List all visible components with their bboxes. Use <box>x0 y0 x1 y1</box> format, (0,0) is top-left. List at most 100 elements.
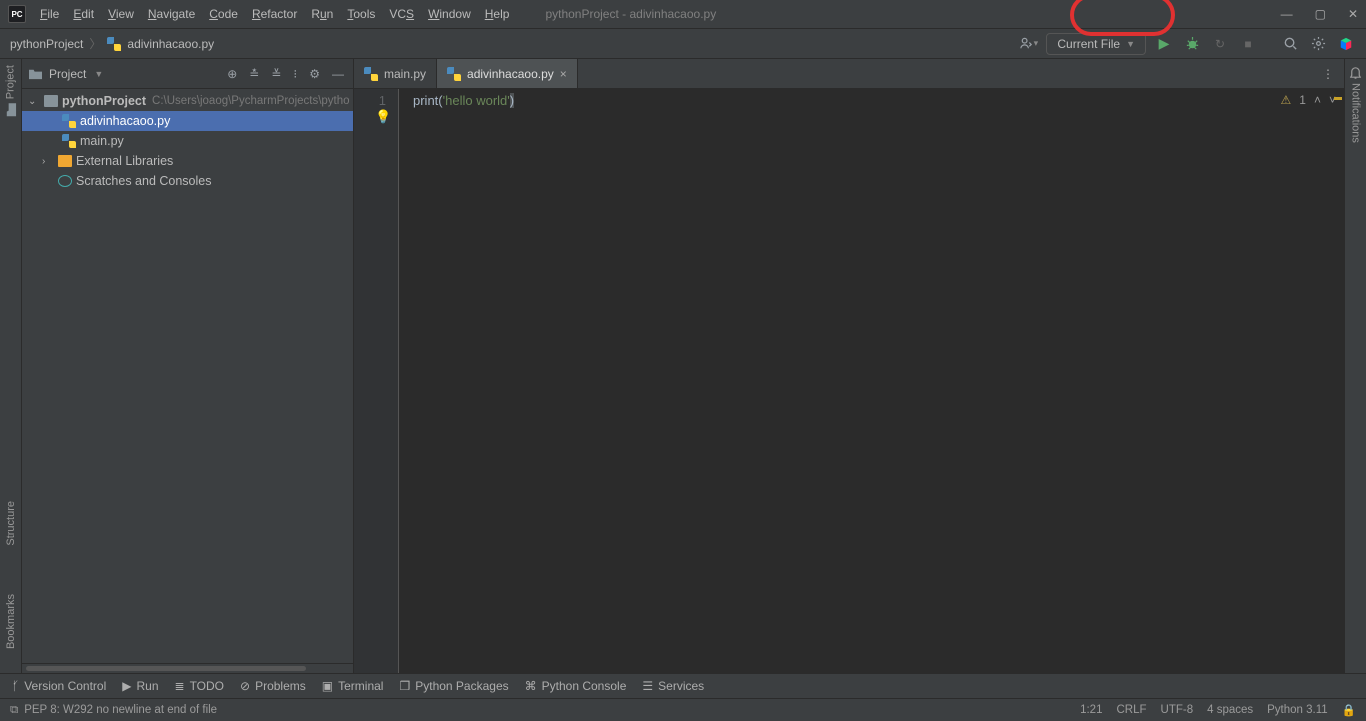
project-panel: Project ▼ ⊕ ≛ ≚ ⁝ ⚙ — ⌄ pythonProject C:… <box>22 59 354 673</box>
run-button[interactable]: ▶ <box>1154 34 1174 54</box>
breadcrumb-project[interactable]: pythonProject <box>10 37 83 51</box>
menu-code[interactable]: Code <box>203 5 244 23</box>
stop-button[interactable]: ■ <box>1238 34 1258 54</box>
code-editor[interactable]: 1 print('hello world') 💡 ⚠ 1 ˄ ˅ <box>354 89 1344 673</box>
window-maximize-icon[interactable]: ▢ <box>1315 7 1326 21</box>
panel-hide-icon[interactable]: — <box>329 67 347 81</box>
run-coverage-button[interactable]: ↻ <box>1210 34 1230 54</box>
window-minimize-icon[interactable]: — <box>1281 7 1293 21</box>
status-encoding[interactable]: UTF-8 <box>1161 704 1194 716</box>
code-with-me-icon[interactable]: ▾ <box>1018 34 1038 54</box>
code-content[interactable]: print('hello world') 💡 <box>398 89 1344 673</box>
expand-all-icon[interactable]: ≛ <box>246 67 262 81</box>
tw-label: Python Packages <box>415 679 508 693</box>
menu-vcs[interactable]: VCS <box>383 5 420 23</box>
tree-file-main[interactable]: main.py <box>22 131 353 151</box>
folder-icon <box>44 95 58 107</box>
tab-label: main.py <box>384 67 426 81</box>
problems-icon: ⊘ <box>240 679 250 693</box>
tw-label: Terminal <box>338 679 383 693</box>
toolwindow-todo[interactable]: ≣ TODO <box>175 679 225 693</box>
toolwindow-problems[interactable]: ⊘ Problems <box>240 679 306 693</box>
status-lock-icon[interactable]: 🔒 <box>1342 703 1356 717</box>
main-area: Project Structure Bookmarks Project ▼ ⊕ … <box>0 58 1366 673</box>
todo-icon: ≣ <box>175 679 185 693</box>
sidebar-tab-bookmarks[interactable]: Bookmarks <box>5 594 17 649</box>
toolwindow-python-packages[interactable]: ❒ Python Packages <box>399 679 508 693</box>
scratch-icon <box>58 175 72 187</box>
status-caret-position[interactable]: 1:21 <box>1080 704 1102 716</box>
window-close-icon[interactable]: ✕ <box>1348 7 1358 21</box>
run-config-label: Current File <box>1057 37 1120 51</box>
toolwindow-run[interactable]: ▶Run <box>122 679 158 693</box>
run-config-dropdown[interactable]: Current File ▼ <box>1046 33 1146 55</box>
breadcrumb: pythonProject 〉 adivinhacaoo.py <box>10 35 214 52</box>
menu-run[interactable]: Run <box>305 5 339 23</box>
chevron-down-icon[interactable]: ▼ <box>94 69 103 79</box>
menu-navigate[interactable]: Navigate <box>142 5 201 23</box>
debug-button[interactable] <box>1182 34 1202 54</box>
gear-icon[interactable] <box>1308 34 1328 54</box>
toolwindow-python-console[interactable]: ⌘Python Console <box>525 679 627 693</box>
python-file-icon <box>62 114 76 128</box>
warning-mark[interactable] <box>1334 97 1342 100</box>
nav-up-icon[interactable]: ˄ <box>1314 93 1321 107</box>
breadcrumb-separator-icon: 〉 <box>89 35 101 52</box>
tw-label: Problems <box>255 679 306 693</box>
menu-tools[interactable]: Tools <box>341 5 381 23</box>
project-header-icon <box>28 67 43 80</box>
tree-scratches[interactable]: Scratches and Consoles <box>22 171 353 191</box>
sidebar-tab-project[interactable]: Project <box>3 65 18 116</box>
tab-main-py[interactable]: main.py <box>354 59 437 88</box>
tab-adivinhacaoo-py[interactable]: adivinhacaoo.py × <box>437 59 578 88</box>
sidebar-tab-notifications-label: Notifications <box>1350 83 1362 143</box>
status-bar: ⧉ PEP 8: W292 no newline at end of file … <box>0 698 1366 721</box>
toolwindow-services[interactable]: ☰Services <box>642 679 704 693</box>
tree-root[interactable]: ⌄ pythonProject C:\Users\joaog\PycharmPr… <box>22 91 353 111</box>
collapse-all-icon[interactable]: ≚ <box>268 67 284 81</box>
navigation-bar: pythonProject 〉 adivinhacaoo.py ▾ Curren… <box>0 28 1366 58</box>
search-icon[interactable] <box>1280 34 1300 54</box>
left-tool-rail: Project Structure Bookmarks <box>0 59 22 673</box>
toolwindow-version-control[interactable]: ᚶVersion Control <box>12 679 106 693</box>
menu-file[interactable]: File <box>34 5 65 23</box>
inspection-widget[interactable]: ⚠ 1 ˄ ˅ <box>1281 93 1336 107</box>
menu-view[interactable]: View <box>102 5 140 23</box>
panel-gear-icon[interactable]: ⚙ <box>306 67 323 81</box>
sidebar-tab-notifications[interactable]: Notifications <box>1350 83 1362 143</box>
tw-label: TODO <box>190 679 224 693</box>
editor-area: main.py adivinhacaoo.py × ⋮ 1 print('hel… <box>354 59 1344 673</box>
status-interpreter[interactable]: Python 3.11 <box>1267 704 1328 716</box>
console-icon: ⌘ <box>525 679 537 693</box>
status-indent[interactable]: 4 spaces <box>1207 704 1253 716</box>
status-toggle-icon[interactable]: ⧉ <box>10 704 18 717</box>
tree-file-adivinhacaoo[interactable]: adivinhacaoo.py <box>22 111 353 131</box>
packages-icon: ❒ <box>399 679 410 693</box>
tree-root-path: C:\Users\joaog\PycharmProjects\pytho <box>152 95 350 107</box>
main-menu: File Edit View Navigate Code Refactor Ru… <box>34 5 515 23</box>
error-stripe[interactable] <box>1332 89 1344 673</box>
toolwindow-terminal[interactable]: ▣Terminal <box>322 679 384 693</box>
sidebar-tab-structure[interactable]: Structure <box>5 501 17 546</box>
intention-bulb-icon[interactable]: 💡 <box>375 109 391 125</box>
menu-help[interactable]: Help <box>479 5 516 23</box>
breadcrumb-file[interactable]: adivinhacaoo.py <box>127 37 214 51</box>
project-scrollbar[interactable] <box>22 663 353 673</box>
tree-external-libraries[interactable]: › External Libraries <box>22 151 353 171</box>
python-file-icon <box>447 67 461 81</box>
close-tab-icon[interactable]: × <box>560 67 567 81</box>
panel-settings-icon[interactable]: ⁝ <box>290 67 300 81</box>
notifications-bell-icon[interactable] <box>1348 65 1363 83</box>
locate-icon[interactable]: ⊕ <box>224 67 240 81</box>
jetbrains-toolbox-icon[interactable] <box>1336 34 1356 54</box>
tabs-more-icon[interactable]: ⋮ <box>1312 59 1344 88</box>
status-line-ending[interactable]: CRLF <box>1116 704 1146 716</box>
branch-icon: ᚶ <box>12 679 19 693</box>
menu-window[interactable]: Window <box>422 5 477 23</box>
play-icon: ▶ <box>122 679 131 693</box>
menu-refactor[interactable]: Refactor <box>246 5 303 23</box>
tree-scratches-label: Scratches and Consoles <box>76 174 212 188</box>
chevron-right-icon: › <box>42 156 54 167</box>
menu-edit[interactable]: Edit <box>67 5 100 23</box>
project-panel-title[interactable]: Project <box>49 67 86 81</box>
